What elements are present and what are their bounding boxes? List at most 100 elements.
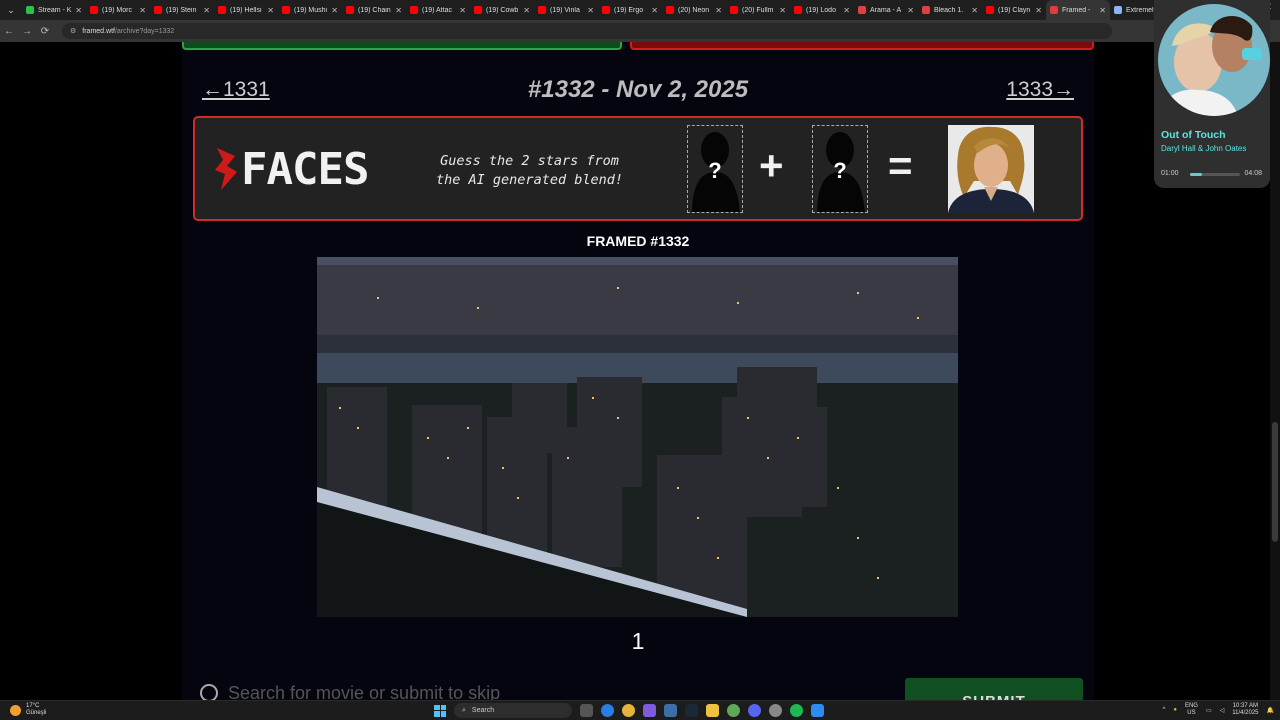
close-tab-icon[interactable]: ✕ [907, 6, 914, 15]
close-tab-icon[interactable]: ✕ [75, 6, 82, 15]
reload-icon[interactable]: ⟳ [36, 26, 54, 37]
music-player-widget[interactable]: Out of Touch Daryl Hall & John Oates 01:… [1154, 0, 1270, 188]
browser-tab[interactable]: (19) Attac ✕ [406, 0, 470, 20]
close-tab-icon[interactable]: ✕ [779, 6, 786, 15]
tab-list: Stream - K ✕ (19) Morc ✕ (19) Stein ✕ (19) Hel… [22, 0, 1174, 20]
browser-tab[interactable]: (19) Ergo ✕ [598, 0, 662, 20]
browser-tab[interactable]: Stream - K ✕ [22, 0, 86, 20]
tab-favicon-icon [1050, 6, 1058, 14]
tab-title: (19) Chain [358, 6, 391, 14]
tab-favicon-icon [346, 6, 354, 14]
volume-icon[interactable]: ◁ [1220, 707, 1225, 714]
chrome-icon[interactable] [622, 704, 635, 717]
close-tab-icon[interactable]: ✕ [651, 6, 658, 15]
clock-time: 10:37 AM [1232, 703, 1259, 709]
puzzle-label: FRAMED #1332 [586, 233, 690, 249]
browser-tab[interactable]: Framed - ✕ [1046, 0, 1110, 20]
page-scrollbar[interactable] [1270, 42, 1280, 700]
time-total: 04:08 [1244, 170, 1262, 177]
scrollbar-thumb[interactable] [1272, 422, 1278, 542]
search-icon [200, 684, 218, 700]
windows-start-icon[interactable] [434, 704, 446, 717]
progress-bar[interactable] [1190, 173, 1240, 176]
weather-widget[interactable]: 17°C Güneşli [10, 703, 46, 717]
mystery-star-2: ? [812, 125, 868, 213]
task-view-icon[interactable] [580, 704, 593, 717]
next-day-link[interactable]: 1333→ [1006, 78, 1074, 102]
photos-icon[interactable] [811, 704, 824, 717]
file-explorer-icon[interactable] [706, 704, 719, 717]
faces-promo-banner[interactable]: FACES Guess the 2 stars from the AI gene… [193, 116, 1083, 221]
browser-tab[interactable]: (19) Stein ✕ [150, 0, 214, 20]
clock-date: 11/4/2025 [1232, 710, 1259, 716]
movie-search-input[interactable] [228, 682, 868, 700]
browser-tab[interactable]: (19) Mushi ✕ [278, 0, 342, 20]
movie-frame-image [317, 257, 958, 617]
chrome-profile-icon[interactable] [727, 704, 740, 717]
wrong-bar [630, 42, 1094, 50]
close-tab-icon[interactable]: ✕ [843, 6, 850, 15]
clock[interactable]: 10:37 AM 11/4/2025 [1232, 703, 1258, 717]
tab-title: (19) Clayn [998, 6, 1031, 14]
tab-title: Arama - A [870, 6, 902, 14]
tab-title: (19) Hellsi [230, 6, 262, 14]
tray-chevron-icon[interactable]: ^ [1163, 707, 1166, 713]
close-tab-icon[interactable]: ✕ [587, 6, 594, 15]
close-tab-icon[interactable]: ✕ [331, 6, 338, 15]
browser-tab[interactable]: (19) Lodo ✕ [790, 0, 854, 20]
close-tab-icon[interactable]: ✕ [203, 6, 210, 15]
discord-icon[interactable] [748, 704, 761, 717]
browser-tab[interactable]: (19) Cowb ✕ [470, 0, 534, 20]
browser-tab[interactable]: (20) Fullm ✕ [726, 0, 790, 20]
spotify-icon[interactable] [790, 704, 803, 717]
browser-tab[interactable]: (20) Neon ✕ [662, 0, 726, 20]
address-bar[interactable]: ⚙ framed.wtf/archive?day=1332 [62, 23, 1112, 39]
tab-title: (19) Cowb [486, 6, 519, 14]
app-icon[interactable] [769, 704, 782, 717]
tab-favicon-icon [794, 6, 802, 14]
close-tab-icon[interactable]: ✕ [1099, 6, 1106, 15]
language-region: US [1187, 710, 1196, 716]
edge-icon[interactable] [601, 704, 614, 717]
close-tab-icon[interactable]: ✕ [395, 6, 402, 15]
taskbar-search-label: Search [471, 707, 495, 714]
browser-tab[interactable]: Arama - A ✕ [854, 0, 918, 20]
close-tab-icon[interactable]: ✕ [267, 6, 274, 15]
close-tab-icon[interactable]: ✕ [139, 6, 146, 15]
browser-tab[interactable]: (19) Hellsi ✕ [214, 0, 278, 20]
correct-bar [182, 42, 622, 50]
forward-arrow-icon[interactable]: → [18, 26, 36, 37]
submit-button[interactable]: SUBMIT [905, 678, 1083, 700]
tab-favicon-icon [1114, 6, 1122, 14]
tray-app-icon[interactable]: ● [1173, 707, 1177, 713]
main-column: ←1331 #1332 - Nov 2, 2025 1333→ FACES Gu… [182, 42, 1094, 700]
song-artist: Daryl Hall & John Oates [1161, 144, 1247, 153]
tab-title: (19) Stein [166, 6, 197, 14]
lightning-bolt-icon [215, 148, 237, 190]
back-arrow-icon[interactable]: ← [0, 26, 18, 37]
taskbar-search[interactable]: ⌕ Search [454, 703, 572, 718]
notifications-icon[interactable]: 🔔 [1267, 707, 1274, 714]
browser-tab[interactable]: (19) Morc ✕ [86, 0, 150, 20]
equals-sign: = [888, 142, 913, 189]
language-indicator[interactable]: ENG US [1185, 703, 1198, 717]
network-icon[interactable]: ▭ [1206, 707, 1212, 714]
browser-tab[interactable]: (19) Chain ✕ [342, 0, 406, 20]
close-tab-icon[interactable]: ✕ [1035, 6, 1042, 15]
tab-menu-chevron-icon[interactable]: ⌄ [0, 0, 22, 20]
teams-icon[interactable] [643, 704, 656, 717]
steam-icon[interactable] [685, 704, 698, 717]
tab-favicon-icon [410, 6, 418, 14]
mystery-star-1: ? [687, 125, 743, 213]
url-path: /archive?day=1332 [114, 27, 175, 35]
site-info-icon[interactable]: ⚙ [70, 27, 76, 35]
close-tab-icon[interactable]: ✕ [971, 6, 978, 15]
browser-tab[interactable]: Bleach 1. ✕ [918, 0, 982, 20]
browser-tab[interactable]: (19) Clayn ✕ [982, 0, 1046, 20]
close-tab-icon[interactable]: ✕ [459, 6, 466, 15]
close-tab-icon[interactable]: ✕ [523, 6, 530, 15]
browser-tab[interactable]: (19) Vinla ✕ [534, 0, 598, 20]
terminal-icon[interactable] [664, 704, 677, 717]
browser-tab-strip: ⌄ Stream - K ✕ (19) Morc ✕ (19) Stein ✕ (19) H… [0, 0, 1280, 20]
close-tab-icon[interactable]: ✕ [715, 6, 722, 15]
